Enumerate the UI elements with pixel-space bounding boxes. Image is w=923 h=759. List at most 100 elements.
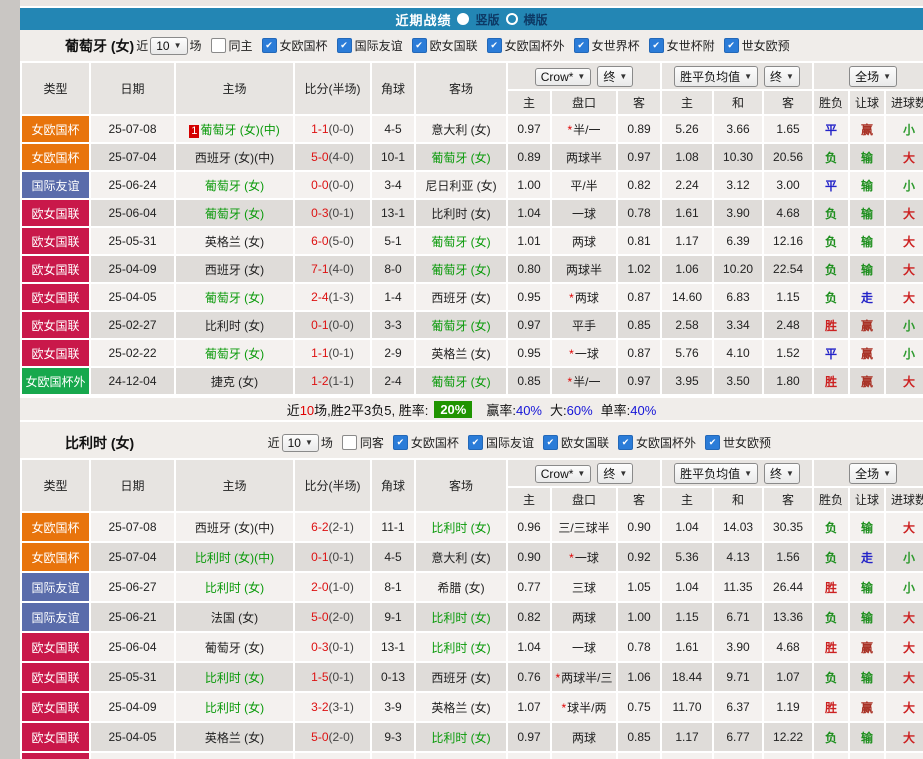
goals-result: 大 <box>884 721 923 753</box>
match-date: 25-05-31 <box>89 226 176 256</box>
match-row: 国际友谊 25-06-24 葡萄牙 (女) 0-0(0-0) 3-4 尼日利亚 (女) 1.… <box>20 170 923 200</box>
halftime-score: (0-0) <box>328 178 354 192</box>
competition-checkbox[interactable] <box>486 38 502 53</box>
handicap-cell: *一球 <box>550 541 618 573</box>
score-cell: 7-1(4-0) <box>293 254 372 284</box>
away-team-name: 英格兰 (女) <box>431 346 491 361</box>
home-team-name: 比利时 (女)(中) <box>194 550 275 565</box>
scope-select[interactable]: 全场 <box>849 65 897 87</box>
scope-select[interactable]: 全场 <box>849 462 897 484</box>
match-date: 25-02-27 <box>89 751 176 759</box>
fulltime-score: 0-1 <box>311 550 329 564</box>
home-team-name: 西班牙 (女)(中) <box>194 150 275 165</box>
horizontal-view-label[interactable]: 横版 <box>524 11 548 28</box>
avg-type-select[interactable]: 胜平负均值 <box>674 65 759 87</box>
horizontal-view-radio[interactable] <box>505 13 518 25</box>
avg-home-odds: 1.06 <box>660 254 715 284</box>
col-odds-away: 客 <box>615 89 663 116</box>
away-team-name: 葡萄牙 (女) <box>431 318 491 333</box>
vertical-view-radio[interactable] <box>457 13 470 25</box>
score-cell: 1-1(0-0) <box>293 114 372 144</box>
bookmaker-select[interactable]: Crow* <box>534 464 592 483</box>
handicap-cell: *两球 <box>550 282 618 312</box>
avg-stage-select[interactable]: 终 <box>764 65 800 87</box>
away-team-cell: 葡萄牙 (女) <box>414 751 508 759</box>
competition-checkbox[interactable] <box>261 38 277 53</box>
avg-draw-odds: 11.35 <box>712 571 765 603</box>
avg-home-odds: 3.95 <box>660 366 715 396</box>
home-team-name: 葡萄牙 (女) <box>204 178 265 193</box>
avg-stage-select[interactable]: 终 <box>764 462 800 484</box>
competition-checkbox[interactable] <box>573 38 589 53</box>
competition-checkbox[interactable] <box>467 435 483 450</box>
competition-checkbox[interactable] <box>723 38 739 53</box>
home-team-name: 法国 (女) <box>210 610 259 625</box>
competition-label: 女欧国杯 <box>279 39 328 53</box>
home-team-name: 葡萄牙 (女)(中) <box>200 122 280 137</box>
same-venue-checkbox[interactable] <box>341 435 357 450</box>
title-bar: 近期战绩 竖版 横版 <box>20 8 923 30</box>
avg-type-select[interactable]: 胜平负均值 <box>674 462 759 484</box>
home-odds: 0.76 <box>506 661 552 693</box>
avg-home-odds: 2.58 <box>660 310 715 340</box>
goals-result: 小 <box>884 338 923 368</box>
away-team-name: 比利时 (女) <box>431 730 491 745</box>
competition-checkbox[interactable] <box>336 38 352 53</box>
home-team-name: 葡萄牙 (女) <box>204 640 265 655</box>
fulltime-score: 0-0 <box>311 178 329 192</box>
recent-count-select[interactable]: 10 <box>150 36 188 55</box>
match-result: 负 <box>812 721 851 753</box>
competition-checkbox[interactable] <box>542 435 558 450</box>
page-title: 近期战绩 <box>395 12 452 28</box>
home-team-name: 西班牙 (女)(中) <box>194 520 275 535</box>
handicap-value: 两球 <box>574 290 599 305</box>
vertical-view-label[interactable]: 竖版 <box>475 11 499 28</box>
competition-checkbox[interactable] <box>704 435 720 450</box>
col-avg-draw: 和 <box>712 486 765 513</box>
avg-away-odds: 1.19 <box>762 691 815 723</box>
competition-type-badge: 国际友谊 <box>20 601 91 633</box>
away-team-cell: 西班牙 (女) <box>414 661 508 693</box>
competition-label: 女世界杯 <box>591 39 640 53</box>
recent-count-select[interactable]: 10 <box>281 433 319 452</box>
summary-count: 10 <box>299 402 315 418</box>
halftime-score: (0-1) <box>328 346 354 360</box>
home-team-cell: 比利时 (女) <box>174 661 295 693</box>
col-avg-home: 主 <box>660 89 715 116</box>
fulltime-score: 0-1 <box>311 318 329 332</box>
goals-result: 大 <box>884 661 923 693</box>
bookmaker-select[interactable]: Crow* <box>534 67 592 86</box>
competition-checkbox[interactable] <box>411 38 427 53</box>
away-odds: 0.78 <box>615 631 663 663</box>
match-row: 欧女国联 25-02-22 葡萄牙 (女) 1-1(0-1) 2-9 英格兰 (女) 0.9… <box>20 338 923 368</box>
competition-label: 世女欧预 <box>741 39 790 53</box>
col-avg-away: 客 <box>762 486 815 513</box>
odds-stage-select[interactable]: 终 <box>597 65 634 87</box>
score-cell: 2-0(1-0) <box>293 571 372 603</box>
avg-away-odds: 1.07 <box>762 661 815 693</box>
avg-draw-odds: 10.20 <box>712 254 765 284</box>
same-venue-checkbox[interactable] <box>210 38 226 53</box>
avg-draw-odds: 6.39 <box>712 226 765 256</box>
avg-draw-odds: 3.50 <box>712 366 765 396</box>
away-team-cell: 比利时 (女) <box>414 631 508 663</box>
handicap-cell: 一球 <box>550 198 618 228</box>
competition-checkbox[interactable] <box>617 435 633 450</box>
match-row: 女欧国杯 25-07-04 西班牙 (女)(中) 5-0(4-0) 10-1 葡萄牙 (女… <box>20 142 923 172</box>
home-team-cell: 英格兰 (女) <box>174 721 295 753</box>
away-team-cell: 比利时 (女) <box>414 601 508 633</box>
col-handicap: 盘口 <box>550 486 618 513</box>
fulltime-score: 6-0 <box>311 234 329 248</box>
competition-label: 女欧国杯外 <box>504 39 565 53</box>
goals-result: 大 <box>884 198 923 228</box>
competition-checkbox[interactable] <box>648 38 664 53</box>
match-date: 25-06-04 <box>89 198 176 228</box>
score-cell: 0-0(0-0) <box>293 170 372 200</box>
away-odds: 0.82 <box>615 170 663 200</box>
single-rate-stat: 单率:40% <box>601 400 657 419</box>
halftime-score: (0-1) <box>328 670 354 684</box>
competition-checkbox[interactable] <box>392 435 408 450</box>
odds-stage-select[interactable]: 终 <box>597 462 634 484</box>
match-date: 25-06-04 <box>89 631 176 663</box>
goals-result: 小 <box>884 170 923 200</box>
